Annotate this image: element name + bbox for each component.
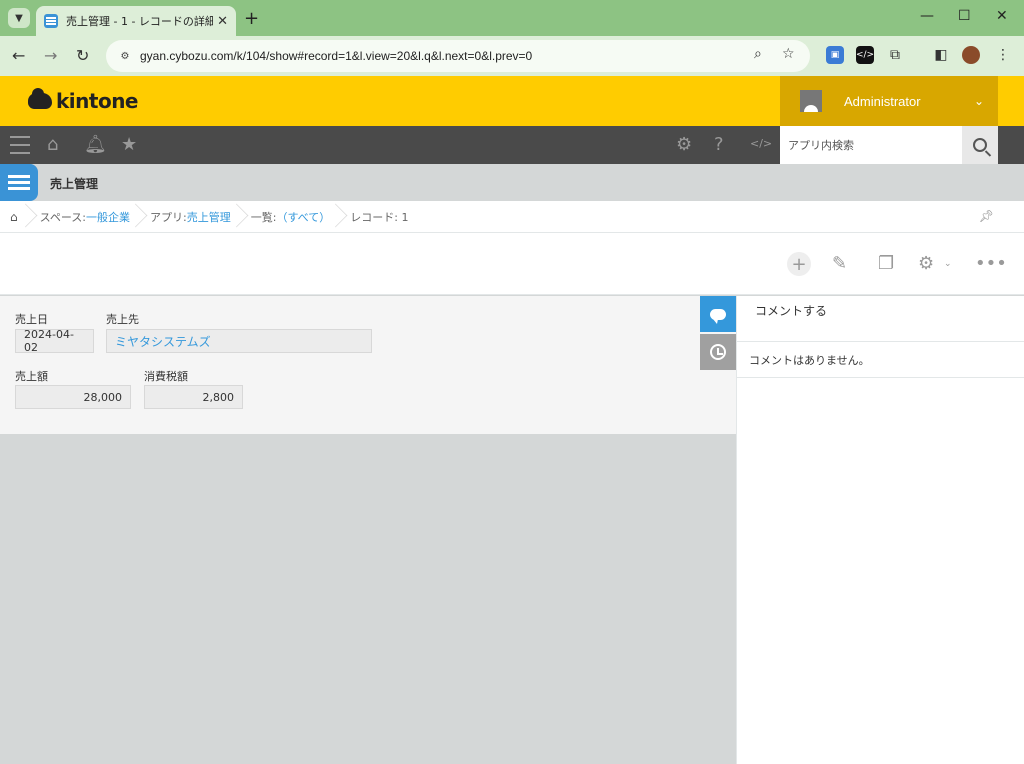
tax-value: 2,800 [144, 385, 243, 409]
breadcrumb-space-prefix: スペース: [39, 210, 87, 224]
browser-menu-icon[interactable]: ⋮ [994, 46, 1012, 64]
record-toolbar: + ✎ ❐ ⚙ ⌄ ••• [0, 233, 1024, 295]
app-search-input[interactable] [788, 138, 958, 152]
breadcrumb-space-link[interactable]: 一般企業 [86, 209, 130, 225]
kintone-logo[interactable]: kintone [28, 88, 139, 113]
breadcrumb-view: 一覧: （すべて） [241, 201, 341, 233]
tax-label: 消費税額 [144, 370, 188, 383]
minimize-button[interactable]: — [920, 8, 934, 24]
customer-label: 売上先 [106, 313, 139, 326]
breadcrumb-space: スペース: 一般企業 [30, 201, 140, 233]
tax-text: 2,800 [202, 390, 235, 404]
breadcrumb: ⌂ スペース: 一般企業 アプリ: 売上管理 一覧: （すべて） レコード: 1 [0, 201, 1024, 233]
new-tab-button[interactable]: + [244, 8, 259, 29]
extension-icon[interactable]: ▣ [826, 46, 844, 64]
search-button[interactable] [962, 126, 998, 164]
breadcrumb-view-prefix: 一覧: [250, 210, 277, 224]
breadcrumb-view-link[interactable]: （すべて） [276, 209, 330, 225]
logo-text: kintone [56, 89, 139, 113]
pin-icon[interactable]: 📌︎ [979, 209, 994, 223]
extensions-puzzle-icon[interactable]: ⧉ [886, 46, 904, 64]
chevron-down-icon: ⌄ [973, 94, 984, 108]
breadcrumb-record: レコード: 1 [340, 201, 418, 233]
home-icon[interactable]: ⌂ [47, 134, 58, 155]
history-clock-icon [710, 344, 726, 360]
comment-input-trigger[interactable]: コメントする [737, 296, 1024, 342]
breadcrumb-home-icon[interactable]: ⌂ [0, 201, 30, 233]
url-text[interactable]: gyan.cybozu.com/k/104/show#record=1&l.vi… [140, 49, 532, 63]
developer-code-icon[interactable]: </> [750, 137, 772, 150]
user-menu[interactable]: Administrator ⌄ [780, 76, 998, 126]
empty-background-area [0, 434, 736, 764]
search-icon [973, 138, 987, 152]
comment-bubble-icon [710, 308, 726, 324]
site-info-icon[interactable]: ⚙ [116, 47, 134, 65]
kintone-cloud-icon [28, 88, 52, 109]
bell-icon[interactable]: 🔔︎ [84, 134, 107, 155]
maximize-button[interactable]: ☐ [958, 8, 971, 24]
breadcrumb-app-link[interactable]: 売上管理 [187, 209, 231, 225]
settings-chevron-down-icon[interactable]: ⌄ [944, 259, 952, 269]
more-options-icon[interactable]: ••• [975, 253, 1007, 274]
browser-toolbar: ← → ↻ ⚙ gyan.cybozu.com/k/104/show#recor… [0, 36, 1024, 76]
zoom-icon[interactable]: ⌕ [754, 46, 762, 62]
plus-icon: + [787, 252, 811, 276]
forward-arrow-icon[interactable]: → [44, 46, 57, 65]
user-avatar-icon [800, 90, 822, 112]
breadcrumb-app: アプリ: 売上管理 [140, 201, 241, 233]
app-list-icon[interactable] [0, 164, 38, 201]
customer-link[interactable]: ミヤタシステムズ [115, 333, 211, 350]
history-tab[interactable] [700, 334, 736, 370]
menu-hamburger-icon[interactable] [10, 136, 30, 154]
tab-title: 売上管理 - 1 - レコードの詳細 [66, 15, 214, 28]
tab-close-icon[interactable]: ✕ [217, 14, 228, 29]
kintone-app-favicon-icon [44, 14, 58, 28]
sales-date-label: 売上日 [15, 313, 48, 326]
devtools-extension-icon[interactable]: </> [856, 46, 874, 64]
record-detail-form: 売上日 2024-04-02 売上先 ミヤタシステムズ 売上額 28,000 消… [0, 296, 736, 434]
star-icon[interactable]: ★ [121, 134, 137, 155]
breadcrumb-record-label: レコード: 1 [350, 210, 409, 224]
app-title: 売上管理 [50, 177, 99, 191]
duplicate-record-icon[interactable]: ❐ [878, 253, 894, 274]
back-arrow-icon[interactable]: ← [12, 46, 25, 65]
add-record-button[interactable]: + [787, 252, 811, 276]
app-search-box[interactable] [780, 126, 962, 164]
comments-panel: コメントする コメントはありません。 [736, 296, 1024, 764]
amount-label: 売上額 [15, 370, 48, 383]
bookmark-star-icon[interactable]: ☆ [782, 46, 795, 62]
user-name: Administrator [844, 93, 921, 109]
customer-value: ミヤタシステムズ [106, 329, 372, 353]
side-panel-icon[interactable]: ◧ [932, 46, 950, 64]
record-settings-gear-icon[interactable]: ⚙ [918, 253, 934, 274]
profile-avatar-icon[interactable] [962, 46, 980, 64]
browser-tab[interactable]: 売上管理 - 1 - レコードの詳細 ✕ [36, 6, 236, 36]
comments-tab[interactable] [700, 296, 736, 332]
amount-value: 28,000 [15, 385, 131, 409]
edit-record-button[interactable]: ✎ [832, 253, 847, 274]
tab-search-button[interactable]: ▼ [8, 8, 30, 28]
reload-icon[interactable]: ↻ [76, 46, 89, 65]
sales-date-value: 2024-04-02 [15, 328, 94, 354]
amount-text: 28,000 [83, 390, 123, 404]
help-icon[interactable]: ? [714, 134, 724, 155]
address-bar[interactable]: ⚙ gyan.cybozu.com/k/104/show#record=1&l.… [106, 40, 810, 72]
app-title-bar [0, 164, 1024, 201]
sales-date-text: 2024-04-02 [24, 328, 74, 354]
gear-icon[interactable]: ⚙ [676, 134, 692, 155]
browser-tab-bar: ▼ 売上管理 - 1 - レコードの詳細 ✕ + — ☐ ✕ [0, 0, 1024, 36]
breadcrumb-app-prefix: アプリ: [150, 210, 187, 224]
no-comments-message: コメントはありません。 [737, 342, 1024, 378]
close-window-button[interactable]: ✕ [996, 8, 1008, 24]
